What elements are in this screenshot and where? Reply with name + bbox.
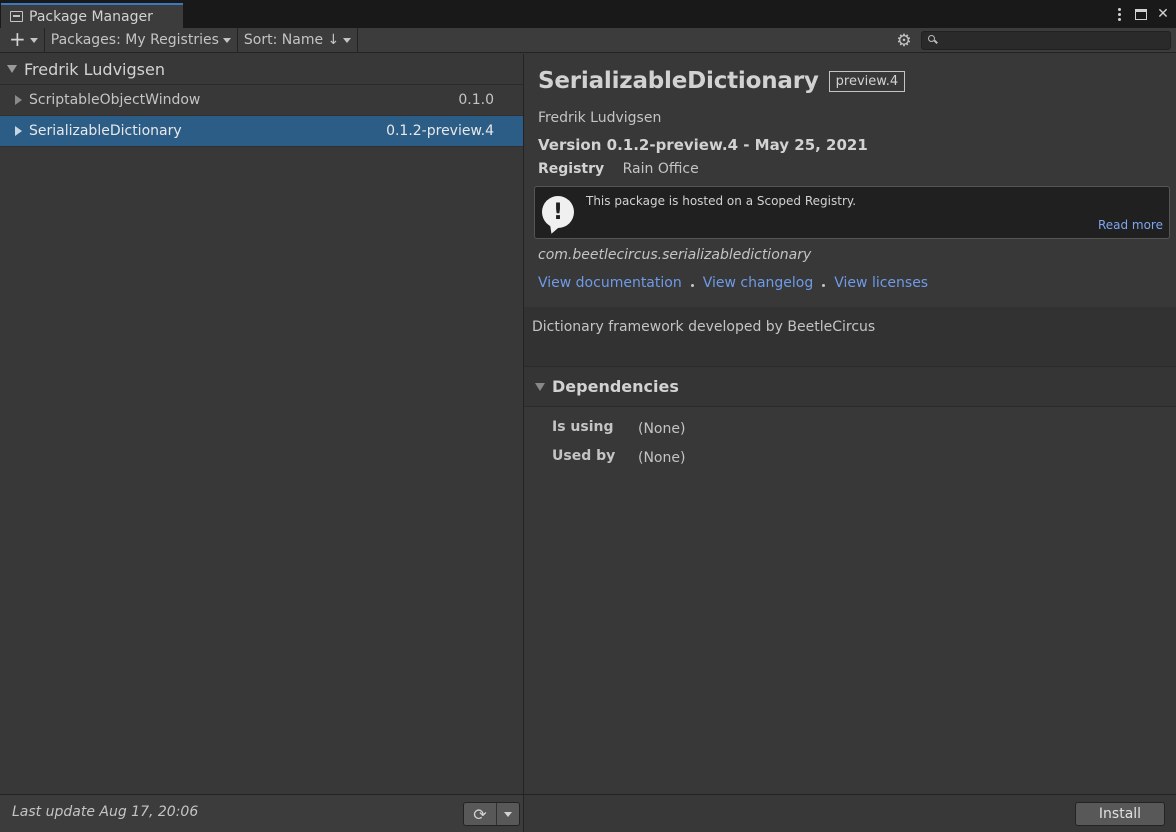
preview-badge: preview.4 — [828, 70, 906, 92]
window-title: Package Manager — [29, 8, 153, 25]
package-manager-tab[interactable]: Package Manager — [1, 3, 183, 28]
used-by-label: Used by — [552, 448, 616, 464]
scoped-registry-notice: ! This package is hosted on a Scoped Reg… — [534, 186, 1170, 239]
chevron-down-icon — [222, 37, 231, 43]
package-id: com.beetlecircus.serializabledictionary — [538, 247, 812, 263]
package-version: 0.1.0 — [458, 92, 494, 108]
refresh-button-group: ⟳ — [463, 802, 520, 826]
package-details-header: SerializableDictionary preview.4 Fredrik… — [524, 54, 1176, 307]
refresh-icon[interactable]: ⟳ — [464, 803, 497, 825]
package-title: SerializableDictionary — [538, 68, 819, 94]
registry-row: Registry Rain Office — [538, 161, 699, 177]
packages-filter-dropdown[interactable]: Packages: My Registries — [45, 27, 238, 53]
expand-arrow-icon[interactable] — [15, 95, 22, 105]
chevron-down-icon — [343, 37, 352, 43]
separator-dot — [690, 283, 694, 287]
add-package-dropdown[interactable]: + — [0, 27, 45, 53]
search-box[interactable] — [921, 31, 1171, 50]
package-group-title: Fredrik Ludvigsen — [24, 59, 165, 79]
window-controls: ✕ — [1112, 4, 1170, 24]
window-titlebar: Package Manager ✕ — [0, 0, 1176, 28]
search-icon — [928, 35, 935, 42]
view-licenses-link[interactable]: View licenses — [834, 275, 928, 291]
package-list-item[interactable]: ScriptableObjectWindow 0.1.0 — [0, 85, 523, 116]
notice-text: This package is hosted on a Scoped Regis… — [586, 194, 857, 208]
package-list-footer: Last update Aug 17, 20:06 ⟳ — [0, 794, 523, 832]
warning-icon: ! — [542, 196, 574, 228]
dependencies-body: Is using (None) Used by (None) — [524, 408, 1176, 794]
registry-label: Registry — [538, 161, 605, 177]
maximize-icon[interactable] — [1134, 6, 1148, 22]
install-button[interactable]: Install — [1075, 802, 1165, 826]
package-author: Fredrik Ludvigsen — [538, 110, 662, 126]
package-details-pane: SerializableDictionary preview.4 Fredrik… — [524, 54, 1176, 794]
used-by-value: (None) — [638, 450, 686, 466]
registry-value: Rain Office — [622, 161, 699, 177]
expand-arrow-icon[interactable] — [15, 126, 22, 136]
expand-arrow-icon[interactable] — [7, 65, 17, 73]
sort-label: Sort: Name ↓ — [243, 32, 340, 48]
gear-icon[interactable]: ⚙ — [895, 32, 913, 50]
last-update-text: Last update Aug 17, 20:06 — [12, 804, 199, 820]
packages-filter-label: Packages: My Registries — [50, 32, 219, 48]
package-manager-icon — [10, 11, 23, 22]
separator-dot — [822, 283, 826, 287]
refresh-options-dropdown[interactable] — [497, 803, 519, 825]
is-using-row: Is using (None) — [552, 419, 685, 437]
is-using-label: Is using — [552, 419, 614, 435]
sort-dropdown[interactable]: Sort: Name ↓ — [238, 27, 359, 53]
package-version-line: Version 0.1.2-preview.4 - May 25, 2021 — [538, 136, 868, 154]
view-changelog-link[interactable]: View changelog — [703, 275, 814, 291]
expand-arrow-icon[interactable] — [535, 382, 545, 391]
used-by-row: Used by (None) — [552, 448, 685, 466]
package-description: Dictionary framework developed by Beetle… — [532, 319, 876, 335]
plus-icon: + — [9, 27, 26, 51]
dependencies-title: Dependencies — [552, 377, 679, 396]
chevron-down-icon — [29, 37, 38, 43]
package-list-pane: Fredrik Ludvigsen ScriptableObjectWindow… — [0, 54, 523, 794]
package-name: SerializableDictionary — [29, 123, 182, 139]
chevron-down-icon — [504, 811, 512, 817]
more-options-icon[interactable] — [1112, 6, 1126, 22]
search-input[interactable] — [940, 32, 1166, 49]
read-more-link[interactable]: Read more — [1098, 218, 1163, 232]
package-details-footer: Install — [524, 794, 1176, 832]
close-icon[interactable]: ✕ — [1156, 6, 1170, 22]
is-using-value: (None) — [638, 421, 686, 437]
view-documentation-link[interactable]: View documentation — [538, 275, 682, 291]
package-group-header[interactable]: Fredrik Ludvigsen — [0, 54, 523, 85]
dependencies-foldout[interactable]: Dependencies — [524, 367, 1176, 407]
toolbar: + Packages: My Registries Sort: Name ↓ ⚙ — [0, 27, 1176, 53]
package-description-area: Dictionary framework developed by Beetle… — [524, 307, 1176, 367]
package-name: ScriptableObjectWindow — [29, 92, 201, 108]
package-version: 0.1.2-preview.4 — [386, 123, 494, 139]
package-list-item-selected[interactable]: SerializableDictionary 0.1.2-preview.4 — [0, 116, 523, 147]
package-links: View documentation View changelog View l… — [538, 275, 928, 291]
